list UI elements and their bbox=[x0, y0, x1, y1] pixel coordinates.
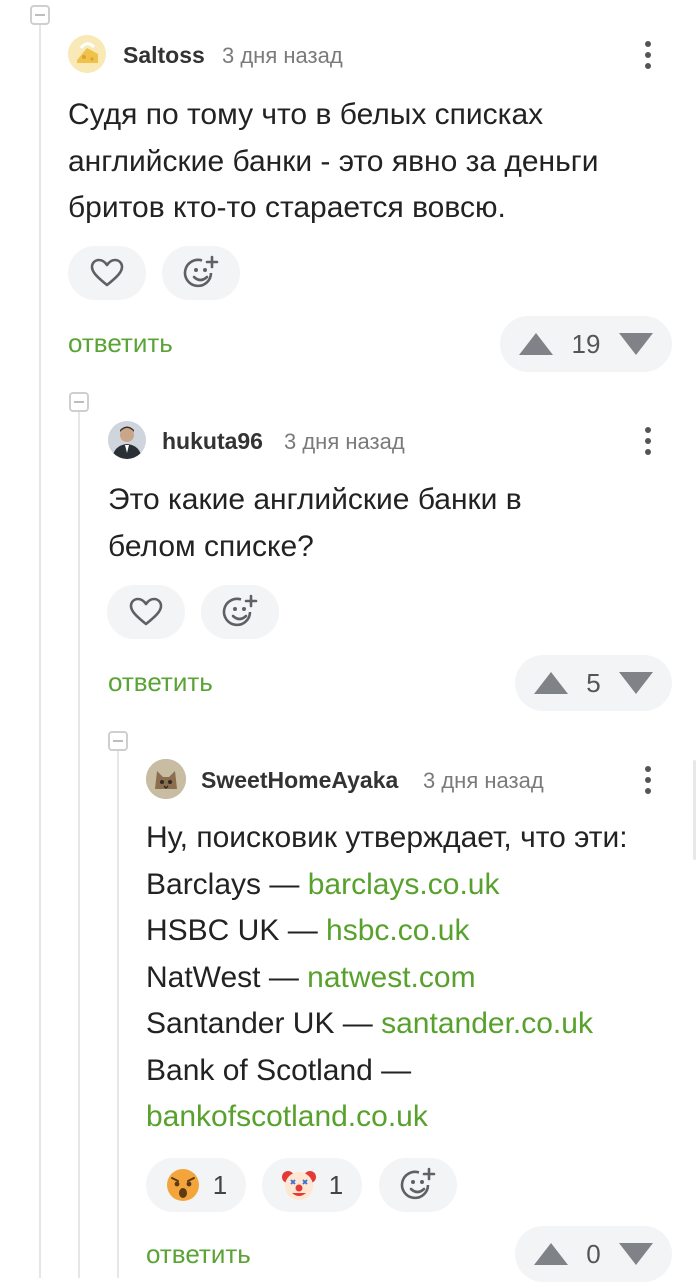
downvote-icon[interactable] bbox=[619, 672, 653, 694]
downvote-icon[interactable] bbox=[619, 333, 653, 355]
thread-line-level-2 bbox=[117, 750, 119, 1278]
like-button[interactable] bbox=[107, 585, 185, 639]
vote-count: 19 bbox=[571, 329, 601, 359]
comment-text: Это какие английские банки в белом списк… bbox=[108, 483, 522, 563]
vote-widget: 5 bbox=[515, 655, 672, 711]
reaction-button[interactable]: 1 bbox=[146, 1158, 246, 1212]
scared-face-icon bbox=[166, 1169, 199, 1201]
bank-link[interactable]: bankofscotland.co.uk bbox=[146, 1100, 428, 1133]
reaction-count: 1 bbox=[328, 1169, 344, 1200]
timestamp: 3 дня назад bbox=[423, 768, 544, 793]
vote-count: 0 bbox=[586, 1239, 601, 1269]
vote-widget: 19 bbox=[500, 316, 672, 372]
reaction-count: 1 bbox=[212, 1169, 228, 1200]
add-reaction-button[interactable] bbox=[201, 585, 279, 639]
cat-avatar-icon bbox=[146, 759, 186, 799]
timestamp: 3 дня назад bbox=[284, 429, 405, 454]
more-options-icon[interactable] bbox=[636, 421, 660, 461]
add-emoji-icon bbox=[222, 594, 258, 627]
add-reaction-button[interactable] bbox=[162, 246, 240, 300]
avatar[interactable] bbox=[68, 35, 106, 73]
reply-link[interactable]: ответить bbox=[68, 328, 173, 359]
thread-line-level-0 bbox=[39, 22, 41, 1278]
more-options-icon[interactable] bbox=[636, 760, 660, 800]
upvote-icon[interactable] bbox=[534, 672, 568, 694]
heart-icon bbox=[90, 258, 124, 287]
thread-line-level-1 bbox=[78, 410, 80, 1278]
collapse-thread-button[interactable] bbox=[108, 731, 128, 751]
reply-link[interactable]: ответить bbox=[146, 1239, 251, 1270]
add-emoji-icon bbox=[400, 1167, 436, 1200]
user-photo-icon bbox=[108, 421, 146, 459]
vote-count: 5 bbox=[586, 668, 601, 698]
downvote-icon[interactable] bbox=[619, 1243, 653, 1265]
reaction-button[interactable]: 1 bbox=[262, 1158, 362, 1212]
comment-text: Ну, поисковик утверждает, что эти: Barcl… bbox=[146, 821, 628, 1133]
heart-icon bbox=[129, 597, 163, 626]
avatar[interactable] bbox=[108, 421, 146, 459]
bank-link[interactable]: barclays.co.uk bbox=[308, 868, 500, 901]
collapse-thread-button[interactable] bbox=[30, 5, 50, 25]
cheese-avatar-icon bbox=[68, 35, 106, 73]
upvote-icon[interactable] bbox=[534, 1243, 568, 1265]
username[interactable]: hukuta96 bbox=[162, 428, 263, 455]
vote-widget: 0 bbox=[515, 1226, 672, 1282]
scrollbar[interactable] bbox=[693, 760, 696, 860]
bank-link[interactable]: hsbc.co.uk bbox=[326, 914, 469, 947]
username[interactable]: Saltoss bbox=[123, 42, 205, 69]
reply-link[interactable]: ответить bbox=[108, 667, 213, 698]
add-reaction-button[interactable] bbox=[379, 1158, 457, 1212]
comment-text: Судя по тому что в белых списках английс… bbox=[68, 98, 599, 224]
clown-face-icon bbox=[281, 1171, 316, 1200]
bank-link[interactable]: natwest.com bbox=[307, 961, 475, 994]
bank-link[interactable]: santander.co.uk bbox=[381, 1007, 593, 1040]
collapse-thread-button[interactable] bbox=[69, 392, 89, 412]
like-button[interactable] bbox=[68, 246, 146, 300]
add-emoji-icon bbox=[183, 255, 219, 288]
username[interactable]: SweetHomeAyaka bbox=[201, 767, 398, 794]
timestamp: 3 дня назад bbox=[222, 43, 343, 68]
upvote-icon[interactable] bbox=[519, 333, 553, 355]
avatar[interactable] bbox=[146, 759, 186, 799]
more-options-icon[interactable] bbox=[636, 35, 660, 75]
